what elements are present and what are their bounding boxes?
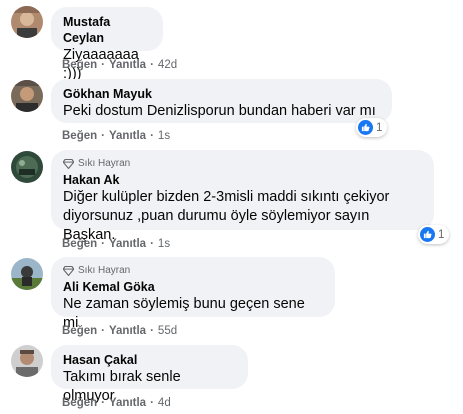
comment-actions: Beğen · Yanıtla · 55d — [62, 323, 177, 339]
commenter-name[interactable]: Gökhan Mayuk — [63, 86, 380, 102]
comment-bubble: Gökhan Mayuk Peki dostum Denizlisporun b… — [51, 79, 392, 123]
like-button[interactable]: Beğen — [62, 59, 97, 71]
top-fan-icon — [63, 265, 74, 276]
separator: · — [101, 59, 105, 71]
comment-bubble: Sıkı Hayran Ali Kemal Göka Ne zaman söyl… — [51, 257, 335, 331]
reaction-number: 1 — [376, 121, 383, 134]
reply-button[interactable]: Yanıtla — [109, 59, 146, 71]
timestamp[interactable]: 1s — [158, 238, 170, 250]
commenter-name[interactable]: Hakan Ak — [63, 172, 422, 188]
comment-actions: Beğen · Yanıtla · 1s — [62, 236, 170, 252]
separator: · — [150, 325, 154, 337]
timestamp[interactable]: 42d — [158, 59, 177, 71]
reaction-count[interactable]: 1 — [418, 225, 450, 244]
badge-label: Sıkı Hayran — [78, 158, 131, 169]
separator: · — [101, 130, 105, 142]
commenter-name[interactable]: Ali Kemal Göka — [63, 279, 323, 295]
like-button[interactable]: Beğen — [62, 397, 97, 409]
top-fan-icon — [63, 158, 74, 169]
separator: · — [150, 59, 154, 71]
thumbs-up-icon — [420, 227, 435, 242]
comment-actions: Beğen · Yanıtla · 1s — [62, 128, 170, 144]
comment-bubble: Hasan Çakal Takımı bırak senle olmuyor — [51, 345, 248, 404]
avatar[interactable] — [11, 80, 43, 112]
separator: · — [101, 238, 105, 250]
badge: Sıkı Hayran — [63, 264, 323, 277]
separator: · — [150, 397, 154, 409]
like-button[interactable]: Beğen — [62, 325, 97, 337]
commenter-name[interactable]: Mustafa Ceylan — [63, 14, 151, 46]
avatar[interactable] — [11, 6, 43, 38]
timestamp[interactable]: 1s — [158, 130, 170, 142]
avatar[interactable] — [11, 258, 43, 290]
reply-button[interactable]: Yanıtla — [109, 397, 146, 409]
separator: · — [101, 397, 105, 409]
thumbs-up-icon — [358, 120, 373, 135]
separator: · — [150, 130, 154, 142]
timestamp[interactable]: 4d — [158, 397, 171, 409]
badge-label: Sıkı Hayran — [78, 265, 131, 276]
avatar[interactable] — [11, 345, 43, 377]
separator: · — [101, 325, 105, 337]
reaction-number: 1 — [438, 228, 445, 241]
reply-button[interactable]: Yanıtla — [109, 325, 146, 337]
reply-button[interactable]: Yanıtla — [109, 130, 146, 142]
reaction-count[interactable]: 1 — [356, 118, 388, 137]
comment-text: Peki dostum Denizlisporun bundan haberi … — [63, 103, 376, 119]
reply-button[interactable]: Yanıtla — [109, 238, 146, 250]
comment-actions: Beğen · Yanıtla · 4d — [62, 395, 171, 411]
comment-actions: Beğen · Yanıtla · 42d — [62, 57, 177, 73]
separator: · — [150, 238, 154, 250]
like-button[interactable]: Beğen — [62, 238, 97, 250]
timestamp[interactable]: 55d — [158, 325, 177, 337]
comment-bubble: Sıkı Hayran Hakan Ak Diğer kulüpler bizd… — [51, 150, 434, 243]
comment-bubble: Mustafa Ceylan Ziyaaaaaaa :))) — [51, 7, 163, 82]
like-button[interactable]: Beğen — [62, 130, 97, 142]
avatar[interactable] — [11, 151, 43, 183]
commenter-name[interactable]: Hasan Çakal — [63, 352, 236, 368]
badge: Sıkı Hayran — [63, 157, 422, 170]
